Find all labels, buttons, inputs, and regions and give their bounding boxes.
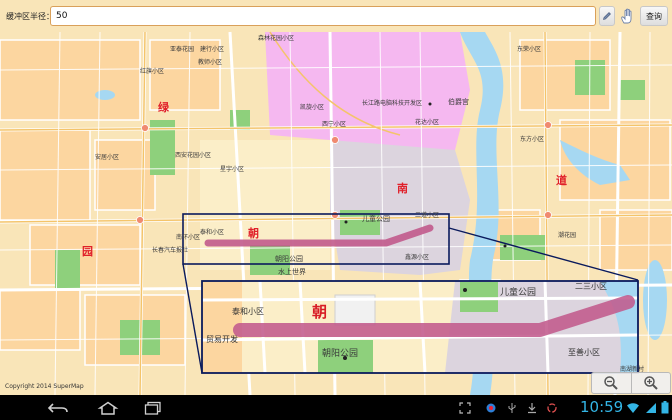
park-label: 朝阳公园 bbox=[275, 255, 303, 263]
app-notification-icon bbox=[484, 400, 498, 415]
inset-label: 朝阳公园 bbox=[322, 349, 359, 359]
area-label: 安居小区 bbox=[95, 154, 120, 161]
back-button[interactable] bbox=[44, 400, 72, 415]
park-label: 儿童公园 bbox=[362, 215, 390, 223]
zoom-in-icon bbox=[644, 376, 658, 390]
area-label: 凯旋小区 bbox=[300, 104, 325, 111]
hand-icon bbox=[621, 8, 632, 24]
inset-label: 儿童公园 bbox=[500, 288, 537, 298]
home-button[interactable] bbox=[94, 400, 122, 415]
map-canvas[interactable]: 绿 园 朝 南 道 儿童公园 朝阳公园 水上世界 森林花园小区 亚泰花园 建行小… bbox=[0, 0, 672, 395]
status-time: 10:59 bbox=[580, 398, 624, 416]
zoom-control bbox=[591, 372, 671, 394]
pan-button[interactable] bbox=[618, 6, 638, 26]
area-label: 红旗小区 bbox=[140, 68, 165, 75]
buffer-search-bar: 缓冲区半径： 查询 bbox=[0, 0, 672, 32]
sync-icon bbox=[545, 400, 559, 415]
district-label: 道 bbox=[556, 174, 567, 187]
home-icon bbox=[97, 401, 119, 415]
area-label: 鑫源小区 bbox=[405, 254, 430, 261]
wifi-icon bbox=[626, 400, 640, 415]
district-label: 绿 bbox=[158, 101, 169, 114]
copyright-text: Copyright 2014 SuperMap bbox=[5, 383, 84, 390]
fullscreen-icon[interactable] bbox=[458, 400, 472, 415]
area-label: 西安花园小区 bbox=[175, 152, 212, 159]
district-label: 南 bbox=[397, 182, 408, 195]
area-label: 二道小区 bbox=[415, 212, 440, 219]
recent-apps-icon bbox=[144, 401, 161, 415]
inset-label: 二三小区 bbox=[575, 282, 607, 291]
pencil-icon bbox=[603, 12, 611, 20]
area-label: 西宁小区 bbox=[322, 121, 347, 128]
area-label: 泰和小区 bbox=[200, 229, 225, 236]
inset-label: 贸易开发 bbox=[206, 335, 238, 344]
usb-icon bbox=[505, 400, 519, 415]
area-label: 东荣小区 bbox=[517, 46, 542, 53]
area-label: 建行小区 bbox=[200, 46, 225, 53]
back-icon bbox=[47, 402, 68, 413]
inset-map bbox=[202, 281, 638, 373]
map-base bbox=[0, 0, 672, 395]
zoom-in-button[interactable] bbox=[630, 373, 671, 393]
radius-label: 缓冲区半径： bbox=[6, 12, 54, 21]
area-label: 长江路电脑科技开发区 bbox=[362, 100, 423, 107]
battery-icon bbox=[660, 400, 670, 415]
zoom-out-icon bbox=[604, 376, 618, 390]
area-label: 东方小区 bbox=[520, 136, 545, 143]
area-label: 花达小区 bbox=[415, 119, 440, 126]
area-label: 教师小区 bbox=[198, 59, 223, 66]
draw-button[interactable] bbox=[599, 6, 615, 26]
area-label: 潮花园 bbox=[558, 232, 577, 239]
inset-label: 朝 bbox=[312, 303, 328, 321]
radius-input[interactable] bbox=[50, 6, 596, 26]
zoom-out-button[interactable] bbox=[592, 373, 631, 393]
download-icon bbox=[525, 400, 539, 415]
inset-label: 泰和小区 bbox=[232, 307, 264, 316]
district-label: 园 bbox=[82, 245, 93, 258]
signal-icon bbox=[645, 400, 657, 415]
area-label: 亚泰花园 bbox=[170, 46, 195, 53]
area-label: 森林花园小区 bbox=[258, 35, 295, 42]
inset-label: 至善小区 bbox=[568, 348, 600, 357]
area-label: 南环小区 bbox=[176, 234, 201, 241]
query-button[interactable]: 查询 bbox=[640, 6, 668, 26]
area-label: 伯爵宫 bbox=[448, 98, 469, 106]
system-nav-bar: 10:59 bbox=[0, 395, 672, 420]
recent-apps-button[interactable] bbox=[140, 400, 166, 415]
district-label: 朝 bbox=[248, 227, 259, 240]
park-label: 水上世界 bbox=[278, 268, 306, 276]
area-label: 长春汽车报社 bbox=[152, 247, 189, 254]
area-label: 星宇小区 bbox=[220, 166, 245, 173]
